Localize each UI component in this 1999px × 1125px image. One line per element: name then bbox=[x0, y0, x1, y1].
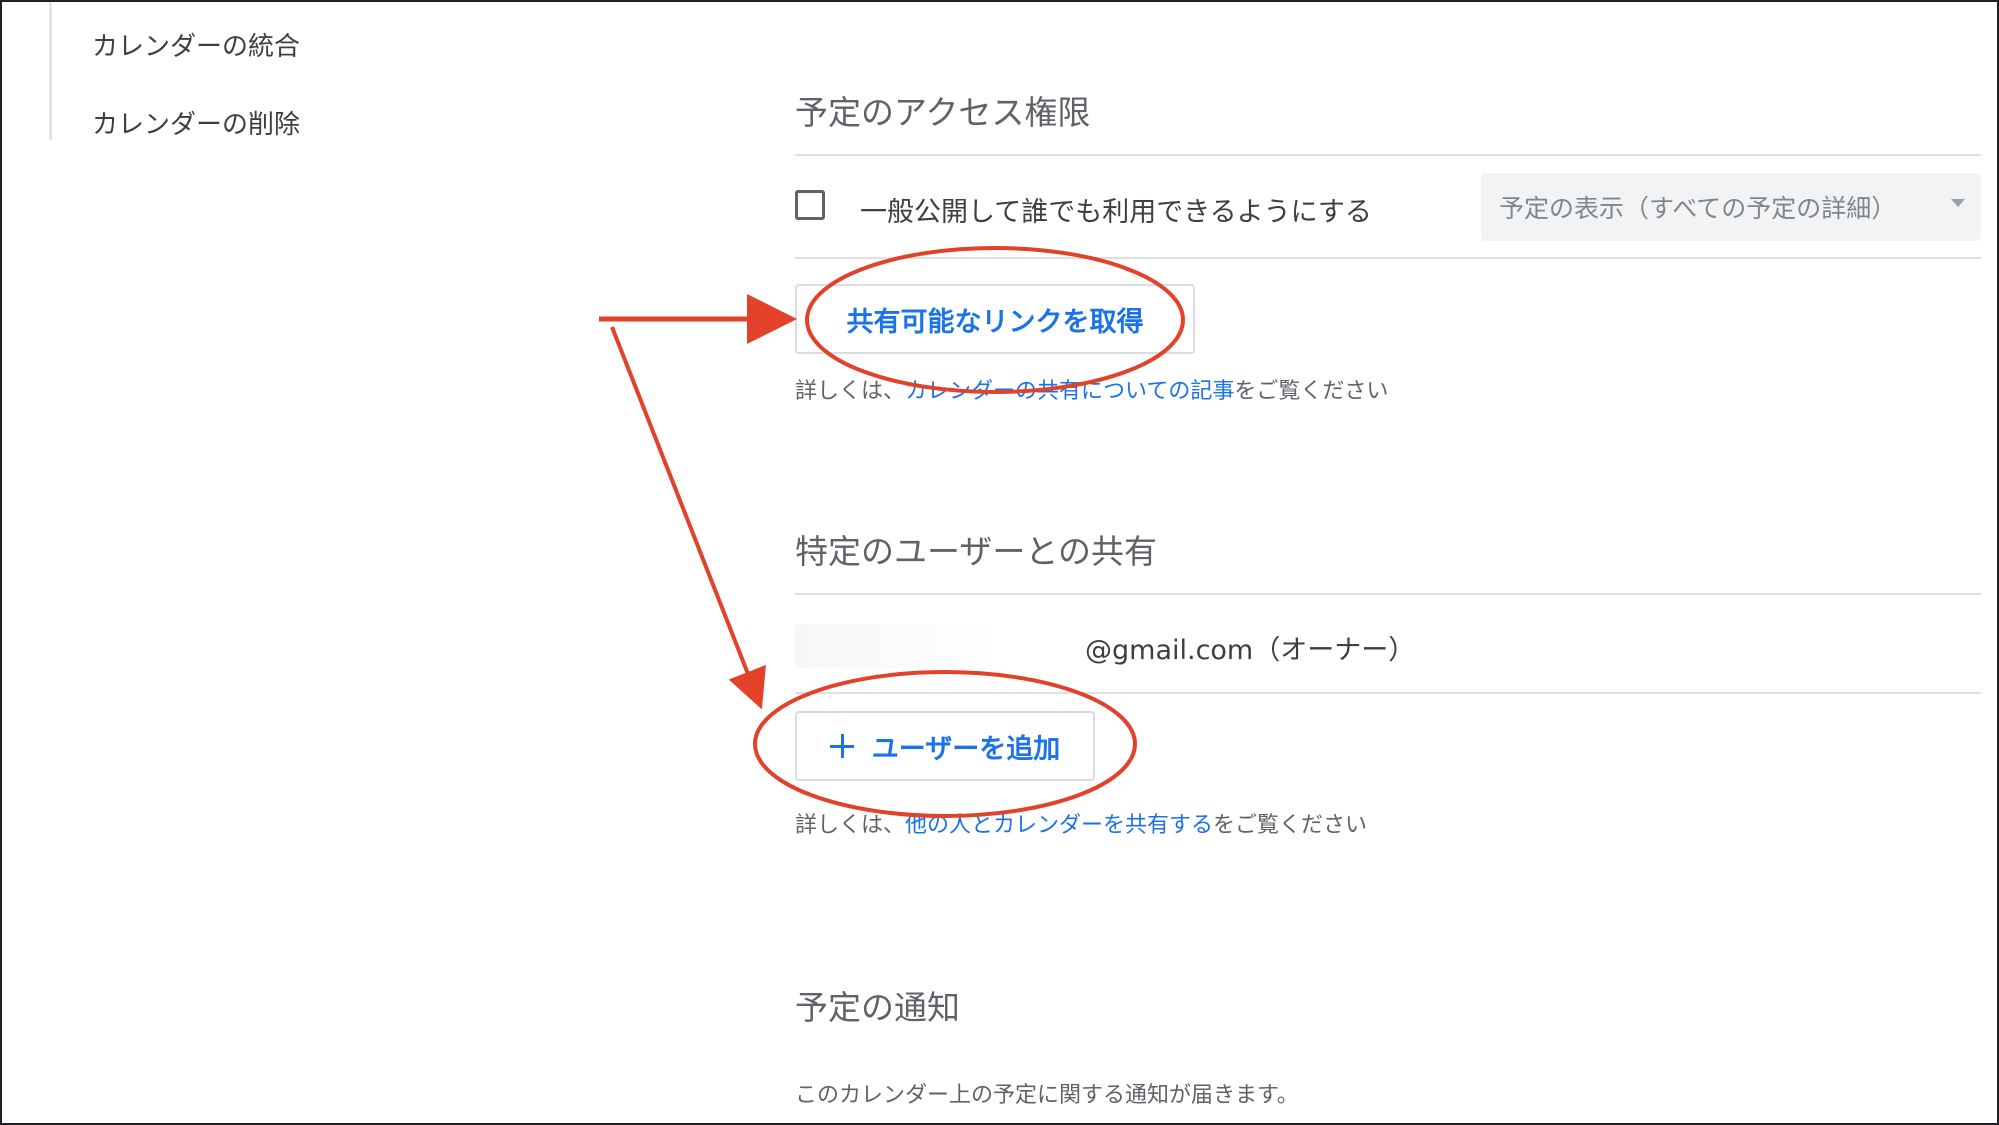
add-user-button[interactable]: ユーザーを追加 bbox=[795, 711, 1095, 781]
redacted-avatar-and-name bbox=[795, 624, 1085, 668]
access-help-text: 詳しくは、カレンダーの共有についての記事をご覧ください bbox=[795, 373, 1388, 405]
visibility-select-value: 予定の表示（すべての予定の詳細） bbox=[1499, 194, 1897, 223]
settings-page: カレンダーの統合 カレンダーの削除 予定のアクセス権限 一般公開して誰でも利用で… bbox=[0, 0, 1999, 1125]
sharing-help-prefix: 詳しくは、 bbox=[795, 813, 906, 838]
owner-row: @gmail.com（オーナー） bbox=[795, 624, 1981, 674]
sharing-help-suffix: をご覧ください bbox=[1213, 813, 1368, 838]
event-notifications-heading: 予定の通知 bbox=[795, 988, 960, 1027]
access-divider-bottom bbox=[795, 257, 1981, 259]
owner-email: @gmail.com（オーナー） bbox=[1085, 635, 1416, 666]
notifications-description: このカレンダー上の予定に関する通知が届きます。 bbox=[795, 1083, 1299, 1108]
calendar-sharing-article-link[interactable]: カレンダーの共有についての記事 bbox=[905, 379, 1234, 404]
sidebar-item-integrate-calendar[interactable]: カレンダーの統合 bbox=[92, 26, 300, 63]
add-user-label: ユーザーを追加 bbox=[871, 733, 1061, 765]
public-checkbox[interactable] bbox=[795, 190, 825, 220]
access-divider-top bbox=[795, 154, 1981, 156]
sidebar-divider bbox=[49, 2, 52, 140]
access-help-suffix: をご覧ください bbox=[1234, 379, 1389, 404]
public-checkbox-label: 一般公開して誰でも利用できるようにする bbox=[860, 197, 1372, 228]
visibility-select[interactable]: 予定の表示（すべての予定の詳細） bbox=[1481, 173, 1981, 241]
chevron-down-icon bbox=[1951, 199, 1965, 207]
sharing-divider-top bbox=[795, 593, 1981, 595]
sharing-help-text: 詳しくは、他の人とカレンダーを共有するをご覧ください bbox=[795, 807, 1367, 839]
annotation-arrow-to-add-user bbox=[610, 326, 766, 710]
get-shareable-link-label: 共有可能なリンクを取得 bbox=[846, 306, 1144, 338]
sidebar-item-delete-calendar[interactable]: カレンダーの削除 bbox=[92, 104, 300, 141]
access-help-prefix: 詳しくは、 bbox=[795, 379, 906, 404]
share-with-others-link[interactable]: 他の人とカレンダーを共有する bbox=[905, 813, 1213, 838]
plus-icon bbox=[829, 734, 854, 758]
sharing-divider-bottom bbox=[795, 692, 1981, 694]
get-shareable-link-button[interactable]: 共有可能なリンクを取得 bbox=[795, 284, 1195, 354]
share-specific-users-heading: 特定のユーザーとの共有 bbox=[795, 532, 1158, 571]
access-permissions-heading: 予定のアクセス権限 bbox=[795, 93, 1091, 132]
